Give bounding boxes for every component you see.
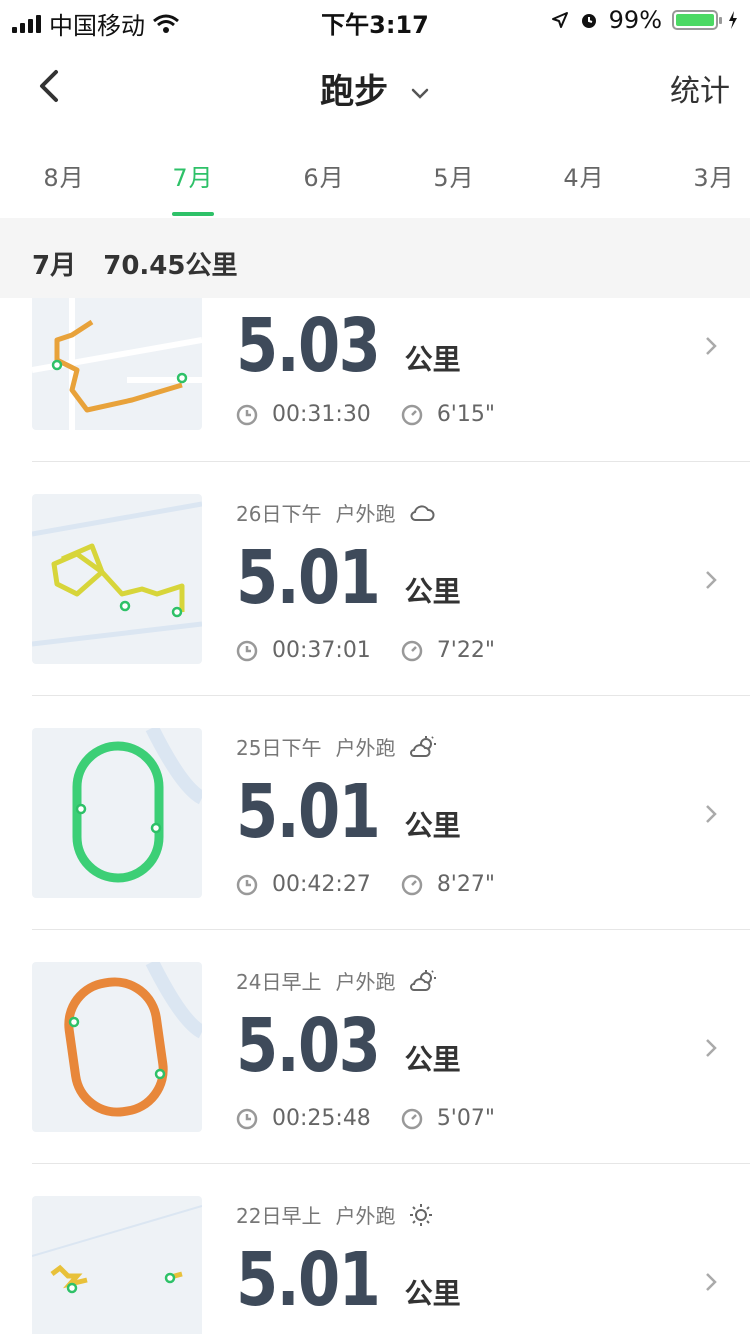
battery-icon xyxy=(672,10,722,30)
cloud-icon xyxy=(410,504,435,521)
distance-unit: 公里 xyxy=(404,575,461,608)
run-date: 25日下午 xyxy=(236,736,322,760)
tab-month[interactable]: 5月 xyxy=(404,158,504,193)
month-tabs: 8月 7月 6月 5月 4月 3月 xyxy=(0,130,750,219)
clock-icon xyxy=(236,404,258,425)
pace-gauge-icon xyxy=(401,1108,423,1129)
partly-sunny-icon xyxy=(410,735,437,757)
sun-icon xyxy=(410,1203,433,1226)
tab-month[interactable]: 3月 xyxy=(664,158,750,193)
tab-month[interactable]: 6月 xyxy=(274,158,374,193)
route-map-thumbnail xyxy=(32,494,202,664)
alarm-icon xyxy=(581,14,596,28)
run-item[interactable]: 26日下午 户外跑 5.01 公里 00:37:01 7'22" xyxy=(0,462,750,696)
battery-percent: 99% xyxy=(608,6,662,34)
distance-unit: 公里 xyxy=(404,809,461,842)
distance-unit: 公里 xyxy=(404,1277,461,1310)
clock-icon xyxy=(236,640,258,661)
chevron-right-icon xyxy=(706,1273,717,1291)
run-pace: 5'07" xyxy=(436,1106,495,1131)
nav-bar: 跑步 统计 xyxy=(0,40,750,130)
route-map xyxy=(32,1205,202,1294)
run-item[interactable]: 5.03 公里 00:31:30 6'15" xyxy=(0,298,750,462)
distance-unit: 公里 xyxy=(404,1043,461,1076)
chevron-right-icon xyxy=(706,571,717,589)
tab-month[interactable]: 4月 xyxy=(534,158,634,193)
run-pace: 7'22" xyxy=(436,638,495,663)
run-distance: 5.03 xyxy=(236,303,381,389)
run-type: 户外跑 xyxy=(335,970,396,994)
run-duration: 00:25:48 xyxy=(272,1106,371,1131)
run-distance: 5.01 xyxy=(236,769,381,855)
route-map xyxy=(32,298,202,430)
active-tab-indicator xyxy=(172,212,214,216)
charging-icon xyxy=(729,11,737,29)
month-summary-bar: 7月 70.45公里 xyxy=(0,218,750,298)
tab-month-active[interactable]: 7月 xyxy=(143,158,243,193)
run-date: 22日早上 xyxy=(236,1204,322,1228)
tab-month[interactable]: 8月 xyxy=(14,158,114,193)
run-list: 5.03 公里 00:31:30 6'15" 26日下午 户外跑 5.01 公里… xyxy=(0,298,750,1334)
run-distance: 5.03 xyxy=(236,1003,381,1089)
route-map-thumbnail xyxy=(32,1196,202,1334)
run-distance: 5.01 xyxy=(236,1237,381,1323)
page-title: 跑步 xyxy=(320,72,389,112)
run-item[interactable]: 24日早上 户外跑 5.03 公里 00:25:48 5'07" xyxy=(0,930,750,1164)
summary-month: 7月 xyxy=(32,251,77,281)
run-type: 户外跑 xyxy=(335,736,396,760)
run-item[interactable]: 22日早上 户外跑 5.01 公里 xyxy=(0,1164,750,1334)
statistics-button[interactable]: 统计 xyxy=(670,66,730,110)
run-date: 24日早上 xyxy=(236,970,322,994)
run-item[interactable]: 25日下午 户外跑 5.01 公里 00:42:27 8'27" xyxy=(0,696,750,930)
distance-unit: 公里 xyxy=(404,343,461,376)
run-duration: 00:31:30 xyxy=(272,402,371,427)
route-map xyxy=(72,728,202,883)
run-type: 户外跑 xyxy=(335,502,396,526)
pace-gauge-icon xyxy=(401,404,423,425)
route-map-thumbnail xyxy=(32,298,202,430)
route-map xyxy=(64,962,202,1117)
location-arrow-icon xyxy=(551,12,568,28)
chevron-right-icon xyxy=(706,1039,717,1057)
partly-sunny-icon xyxy=(410,969,437,991)
status-bar: 中国移动 下午3:17 99% xyxy=(0,0,750,40)
route-map-thumbnail xyxy=(32,962,202,1132)
pace-gauge-icon xyxy=(401,640,423,661)
run-date: 26日下午 xyxy=(236,502,322,526)
route-map-thumbnail xyxy=(32,728,202,898)
pace-gauge-icon xyxy=(401,874,423,895)
chevron-right-icon xyxy=(706,337,717,355)
sport-type-selector[interactable]: 跑步 xyxy=(0,64,750,113)
status-right: 99% xyxy=(551,6,738,34)
run-duration: 00:37:01 xyxy=(272,638,371,663)
clock-icon xyxy=(236,1108,258,1129)
route-map xyxy=(32,501,202,647)
clock-icon xyxy=(236,874,258,895)
run-pace: 8'27" xyxy=(436,872,495,897)
run-distance: 5.01 xyxy=(236,535,381,621)
chevron-right-icon xyxy=(706,805,717,823)
chevron-down-icon xyxy=(411,88,429,99)
run-type: 户外跑 xyxy=(335,1204,396,1228)
summary-total: 70.45公里 xyxy=(103,251,238,281)
run-pace: 6'15" xyxy=(436,402,495,427)
run-duration: 00:42:27 xyxy=(272,872,371,897)
